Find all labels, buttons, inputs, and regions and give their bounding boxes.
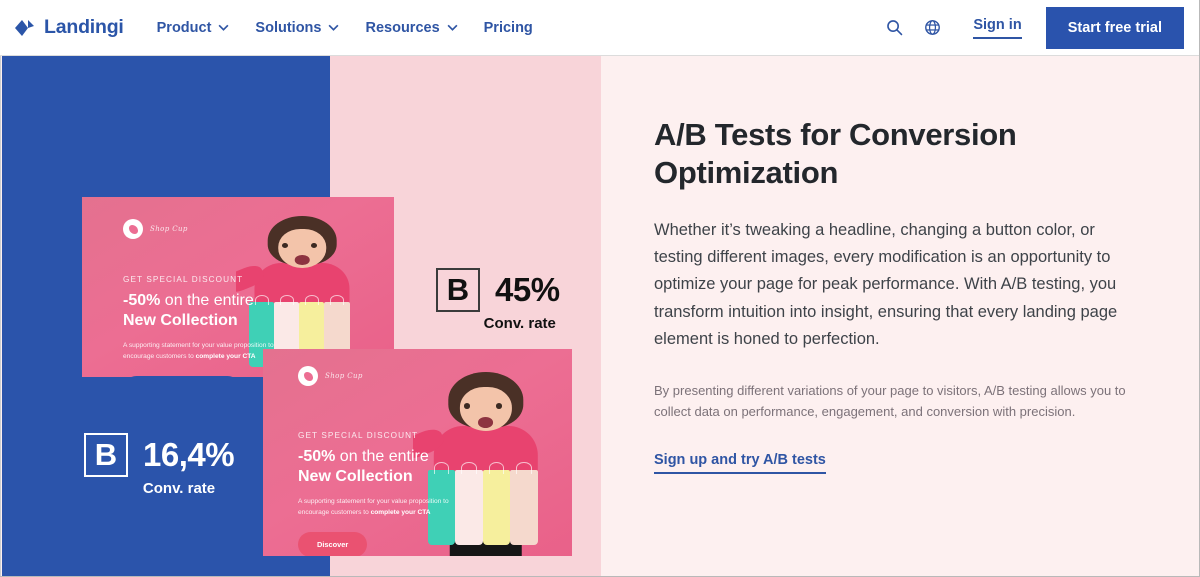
ad-card-body: GET SPECIAL DISCOUNT -50% on the entire … <box>123 275 283 377</box>
stat-value: 16,4% <box>143 436 235 473</box>
stat-row: B 45% <box>436 268 560 312</box>
landingi-diamond-logo-icon <box>15 19 34 36</box>
hero-illustration-panel: Shop Cup GET SPECIAL DISCOUNT -50% on th… <box>2 56 601 576</box>
hero-lead-paragraph: Whether it’s tweaking a headline, changi… <box>654 220 1118 349</box>
sign-in-link[interactable]: Sign in <box>973 17 1022 39</box>
ad-card-logo: Shop Cup <box>123 219 188 239</box>
ad-card-headline-second: New Collection <box>298 467 413 485</box>
search-icon <box>887 20 903 36</box>
ad-card-headline-second: New Collection <box>123 311 238 329</box>
nav-item-solutions-label: Solutions <box>255 19 322 36</box>
chevron-down-icon <box>218 24 229 31</box>
ad-card-subtext-b: complete your CTA <box>195 352 256 360</box>
stat-conversion-a: B 45% Conv. rate <box>436 268 560 332</box>
nav-item-pricing-label: Pricing <box>483 19 533 36</box>
hero-content-panel: A/B Tests for Conversion Optimization Wh… <box>601 56 1199 576</box>
shop-bag-icon <box>123 219 143 239</box>
ad-card-kicker: GET SPECIAL DISCOUNT <box>298 431 419 440</box>
page-root: Landingi Product Solutions Resources Pri… <box>0 0 1200 577</box>
stat-label: Conv. rate <box>142 480 216 497</box>
stat-variant-letter: B <box>436 268 480 312</box>
ad-card-cta-button[interactable]: Get discount coupon <box>123 376 241 377</box>
ad-card-headline-rest: on the entire <box>335 448 429 465</box>
stat-conversion-b: B 16,4% Conv. rate <box>84 433 235 497</box>
page-title: A/B Tests for Conversion Optimization <box>654 117 1017 190</box>
ad-card-discount: -50% <box>298 448 336 465</box>
nav-item-pricing[interactable]: Pricing <box>471 12 546 44</box>
top-navigation-bar: Landingi Product Solutions Resources Pri… <box>0 0 1199 56</box>
language-selector-button[interactable] <box>915 11 949 45</box>
search-button[interactable] <box>877 11 911 45</box>
hero-section: Shop Cup GET SPECIAL DISCOUNT -50% on th… <box>0 56 1199 576</box>
ad-card-headline-rest: on the entire <box>160 292 254 309</box>
ad-variant-card-b: Shop Cup GET SPECIAL DISCOUNT -50% on th… <box>263 349 572 556</box>
signup-ab-tests-link[interactable]: Sign up and try A/B tests <box>654 452 826 474</box>
shop-bag-icon <box>298 366 318 386</box>
stat-row: B 16,4% <box>84 433 235 477</box>
ad-card-logo-text: Shop Cup <box>325 372 363 380</box>
nav-item-solutions[interactable]: Solutions <box>242 12 352 44</box>
ad-card-logo: Shop Cup <box>298 366 363 386</box>
brand-logo[interactable]: Landingi <box>14 16 124 39</box>
stat-variant-letter: B <box>84 433 128 477</box>
chevron-down-icon <box>447 24 458 31</box>
ad-card-headline: -50% on the entire <box>123 291 283 311</box>
nav-item-product-label: Product <box>156 19 212 36</box>
ad-card-body: GET SPECIAL DISCOUNT -50% on the entire … <box>298 431 458 556</box>
start-free-trial-button[interactable]: Start free trial <box>1045 6 1184 49</box>
ad-card-cta-button[interactable]: Discover <box>298 532 368 556</box>
ad-card-subtext: A supporting statement for your value pr… <box>123 341 283 362</box>
hero-note-paragraph: By presenting different variations of yo… <box>654 382 1126 419</box>
nav-item-resources-label: Resources <box>365 19 440 36</box>
brand-name: Landingi <box>44 16 124 38</box>
ad-card-subtext-b: complete your CTA <box>370 508 431 516</box>
ad-card-subtext: A supporting statement for your value pr… <box>298 497 458 518</box>
ad-card-kicker: GET SPECIAL DISCOUNT <box>123 275 244 284</box>
globe-icon <box>924 20 940 35</box>
nav-utility-group: Sign in Start free trial <box>873 6 1199 49</box>
ad-card-discount: -50% <box>123 292 161 309</box>
primary-nav-links: Product Solutions Resources Pricing <box>144 12 546 44</box>
ad-card-logo-text: Shop Cup <box>150 225 188 233</box>
stat-label: Conv. rate <box>483 315 556 332</box>
nav-item-resources[interactable]: Resources <box>352 12 470 44</box>
chevron-down-icon <box>328 24 339 31</box>
nav-item-product[interactable]: Product <box>144 12 243 44</box>
ad-card-headline: -50% on the entire <box>298 447 458 467</box>
stat-value: 45% <box>495 271 560 308</box>
